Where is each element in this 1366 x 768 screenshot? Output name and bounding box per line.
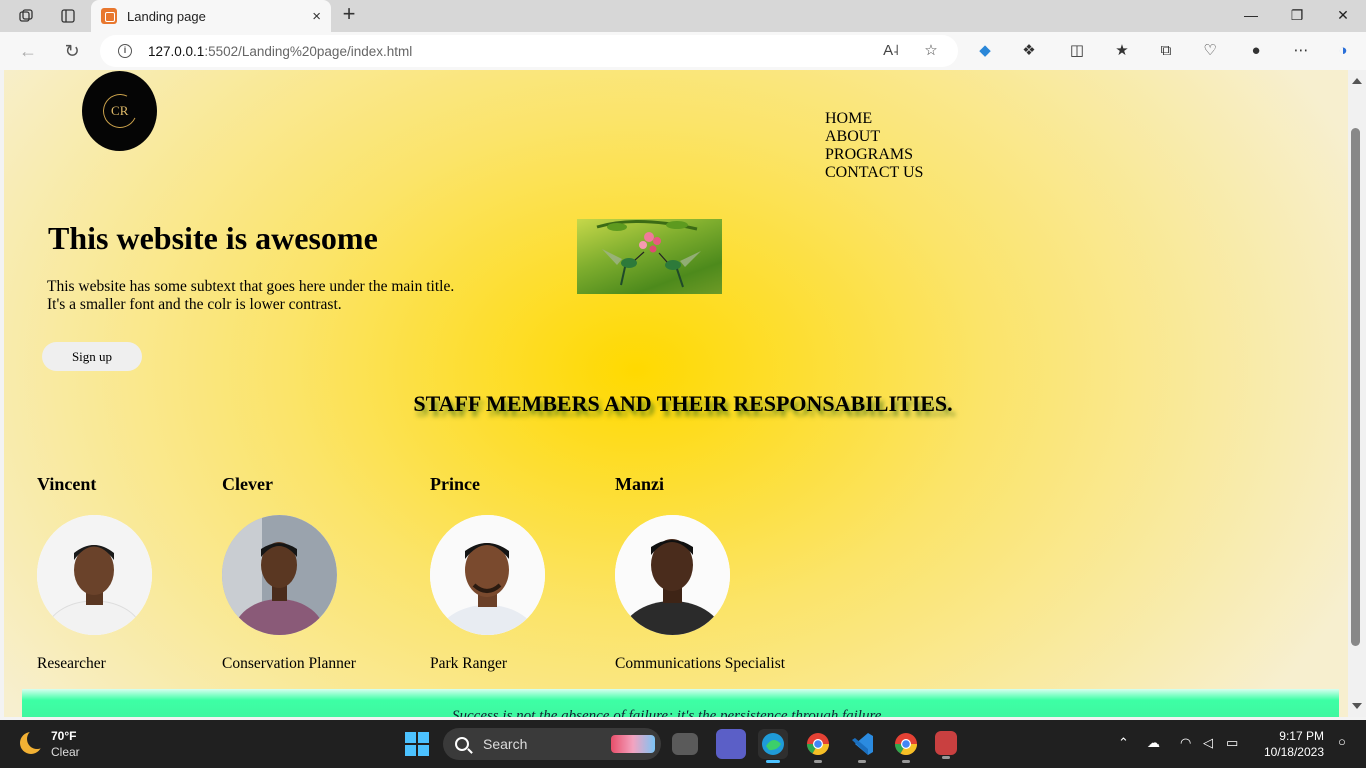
taskbar-clock[interactable]: 9:17 PM 10/18/2023 <box>1262 728 1324 760</box>
back-arrow-icon[interactable]: ← <box>17 40 39 62</box>
weather-condition[interactable]: Clear <box>51 745 80 759</box>
nav-home[interactable]: HOME <box>825 110 923 128</box>
read-aloud-icon[interactable]: A˨ <box>881 41 901 61</box>
staff-photo-vincent <box>37 515 152 635</box>
running-indicator <box>942 756 950 759</box>
address-toolbar: ← ↻ i 127.0.0.1:5502/Landing%20page/inde… <box>0 32 1366 70</box>
minimize-icon[interactable]: — <box>1237 4 1265 26</box>
running-indicator <box>902 760 910 763</box>
tab-close-icon[interactable]: × <box>312 8 321 25</box>
moon-weather-icon[interactable] <box>20 729 47 754</box>
browser-essentials-icon[interactable]: ♡ <box>1199 40 1221 62</box>
favorite-star-icon[interactable]: ☆ <box>921 41 941 61</box>
footer-quote: Success is not the absence of failure; i… <box>452 708 886 717</box>
task-view-icon[interactable] <box>672 733 698 755</box>
main-nav: HOME ABOUT PROGRAMS CONTACT US <box>825 110 923 182</box>
extension-shield-icon[interactable]: ◆ <box>974 40 996 62</box>
profile-avatar[interactable]: ● <box>1245 40 1267 62</box>
start-windows-icon[interactable] <box>405 732 429 756</box>
chrome-profile-icon[interactable] <box>891 729 921 763</box>
staff-photo-prince <box>430 515 545 635</box>
taskbar-search[interactable]: Search <box>443 728 661 760</box>
taskbar: 70°F Clear Search ⌃ ☁ ◠ ◁ ▭ 9:17 PM 10/1… <box>0 720 1366 768</box>
search-highlight-icon <box>611 735 655 753</box>
clock-date: 10/18/2023 <box>1263 745 1324 759</box>
site-info-icon[interactable]: i <box>118 44 132 58</box>
logo[interactable]: CR <box>82 71 157 151</box>
clock-time: 9:17 PM <box>1279 729 1324 743</box>
hero-subtext-line-1: This website has some subtext that goes … <box>47 278 455 295</box>
edge-browser-icon[interactable] <box>758 729 788 763</box>
hero-subtext-line-2: It's a smaller font and the colr is lowe… <box>47 296 342 313</box>
staff-role: Conservation Planner <box>222 655 356 672</box>
onedrive-cloud-icon[interactable]: ☁ <box>1147 735 1160 751</box>
logo-text: CR <box>110 103 129 118</box>
hero-subtext: This website has some subtext that goes … <box>47 278 454 314</box>
tab-landing-page[interactable]: Landing page × <box>91 0 331 32</box>
extensions-puzzle-icon[interactable]: ❖ <box>1018 40 1040 62</box>
footer-band: Success is not the absence of failure; i… <box>22 689 1339 717</box>
staff-role: Researcher <box>37 655 106 672</box>
tab-favicon-icon <box>101 8 117 24</box>
staff-name: Vincent <box>37 474 97 494</box>
refresh-icon[interactable]: ↻ <box>61 40 83 62</box>
tab-title: Landing page <box>127 8 206 24</box>
search-placeholder: Search <box>483 736 528 752</box>
staff-card-prince: Prince Park Ranger <box>430 474 545 673</box>
staff-role: Communications Specialist <box>615 655 786 672</box>
split-screen-icon[interactable]: ◫ <box>1066 40 1088 62</box>
nav-about[interactable]: ABOUT <box>825 128 923 146</box>
search-icon <box>455 737 469 751</box>
restore-icon[interactable]: ❐ <box>1283 4 1311 26</box>
scroll-down-icon[interactable] <box>1352 703 1362 709</box>
close-window-icon[interactable]: ✕ <box>1329 4 1357 26</box>
page-scrollbar[interactable] <box>1348 70 1366 717</box>
staff-card-manzi: Manzi Communications Specialist <box>615 474 785 673</box>
wifi-icon[interactable]: ◠ <box>1180 735 1191 751</box>
snipping-tool-icon[interactable] <box>935 731 957 759</box>
more-menu-icon[interactable]: ⋯ <box>1290 40 1312 62</box>
staff-role: Park Ranger <box>430 655 508 672</box>
favorites-icon[interactable]: ★ <box>1111 40 1133 62</box>
volume-icon[interactable]: ◁ <box>1203 735 1213 751</box>
copilot-icon[interactable]: ◑ <box>1332 40 1354 62</box>
tab-actions-icon[interactable] <box>57 5 79 27</box>
staff-photo-manzi <box>615 515 730 635</box>
staff-name: Clever <box>222 474 273 494</box>
battery-icon[interactable]: ▭ <box>1226 735 1238 751</box>
tab-strip: Landing page × + — ❐ ✕ <box>0 0 1366 32</box>
staff-card-clever: Clever Conservation Planner <box>222 474 356 673</box>
scroll-up-icon[interactable] <box>1352 78 1362 84</box>
url-host: 127.0.0.1 <box>148 43 205 59</box>
nav-programs[interactable]: PROGRAMS <box>825 146 923 164</box>
workspaces-icon[interactable] <box>15 5 37 27</box>
scroll-thumb[interactable] <box>1351 128 1360 646</box>
staff-card-vincent: Vincent Researcher <box>37 474 152 673</box>
address-bar[interactable]: i 127.0.0.1:5502/Landing%20page/index.ht… <box>100 35 958 67</box>
signup-button[interactable]: Sign up <box>42 342 142 371</box>
hummingbird-image <box>577 219 722 294</box>
teams-chat-icon[interactable] <box>716 729 746 759</box>
new-tab-button[interactable]: + <box>338 3 360 26</box>
logo-ring-icon: CR <box>97 89 142 133</box>
running-indicator <box>814 760 822 763</box>
running-indicator <box>858 760 866 763</box>
page-viewport: CR HOME ABOUT PROGRAMS CONTACT US This w… <box>4 70 1348 717</box>
vscode-icon[interactable] <box>847 729 877 763</box>
nav-contact-us[interactable]: CONTACT US <box>825 164 923 182</box>
chrome-icon[interactable] <box>803 729 833 763</box>
weather-temperature[interactable]: 70°F <box>51 729 76 743</box>
active-indicator <box>766 760 780 763</box>
notifications-bell-icon[interactable]: ○ <box>1338 734 1356 752</box>
staff-name: Manzi <box>615 474 664 494</box>
staff-heading: STAFF MEMBERS AND THEIR RESPONSABILITIES… <box>413 391 953 416</box>
show-hidden-icons-chevron-icon[interactable]: ⌃ <box>1118 735 1129 751</box>
hero-title: This website is awesome <box>48 220 378 256</box>
staff-name: Prince <box>430 474 480 494</box>
collections-icon[interactable]: ⧉ <box>1155 40 1177 62</box>
url-path: :5502/Landing%20page/index.html <box>204 43 413 59</box>
staff-photo-clever <box>222 515 337 635</box>
